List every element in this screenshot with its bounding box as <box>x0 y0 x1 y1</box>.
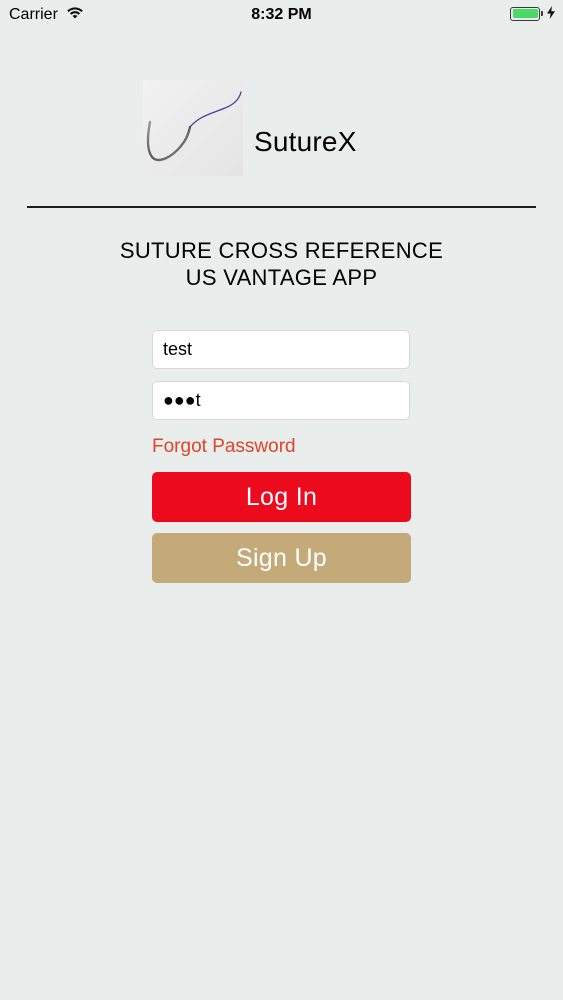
header-divider <box>27 206 536 208</box>
password-field[interactable]: ●●●t <box>152 381 410 420</box>
app-title-line-2: US VANTAGE APP <box>185 265 378 290</box>
login-button-label: Log In <box>245 482 318 511</box>
app-title: SUTURE CROSS REFERENCE US VANTAGE APP <box>0 237 563 291</box>
signup-button-label: Sign Up <box>235 543 328 572</box>
status-time: 8:32 PM <box>251 6 312 23</box>
forgot-password-link[interactable]: Forgot Password <box>152 436 296 458</box>
charging-icon <box>547 6 555 21</box>
app-title-line-1: SUTURE CROSS REFERENCE <box>119 238 444 263</box>
password-value: ●●●t <box>163 390 201 410</box>
login-button[interactable]: Log In <box>152 472 411 522</box>
battery-indicator <box>510 6 555 21</box>
battery-icon <box>510 6 540 21</box>
battery-fill <box>512 9 538 18</box>
username-field[interactable]: test <box>152 330 410 369</box>
signup-button[interactable]: Sign Up <box>152 533 411 583</box>
username-value: test <box>163 339 193 359</box>
suture-logo-icon <box>143 80 243 176</box>
brand-name: SutureX <box>254 126 357 157</box>
status-bar: Carrier 8:32 PM <box>0 0 563 30</box>
battery-cap <box>541 11 543 16</box>
